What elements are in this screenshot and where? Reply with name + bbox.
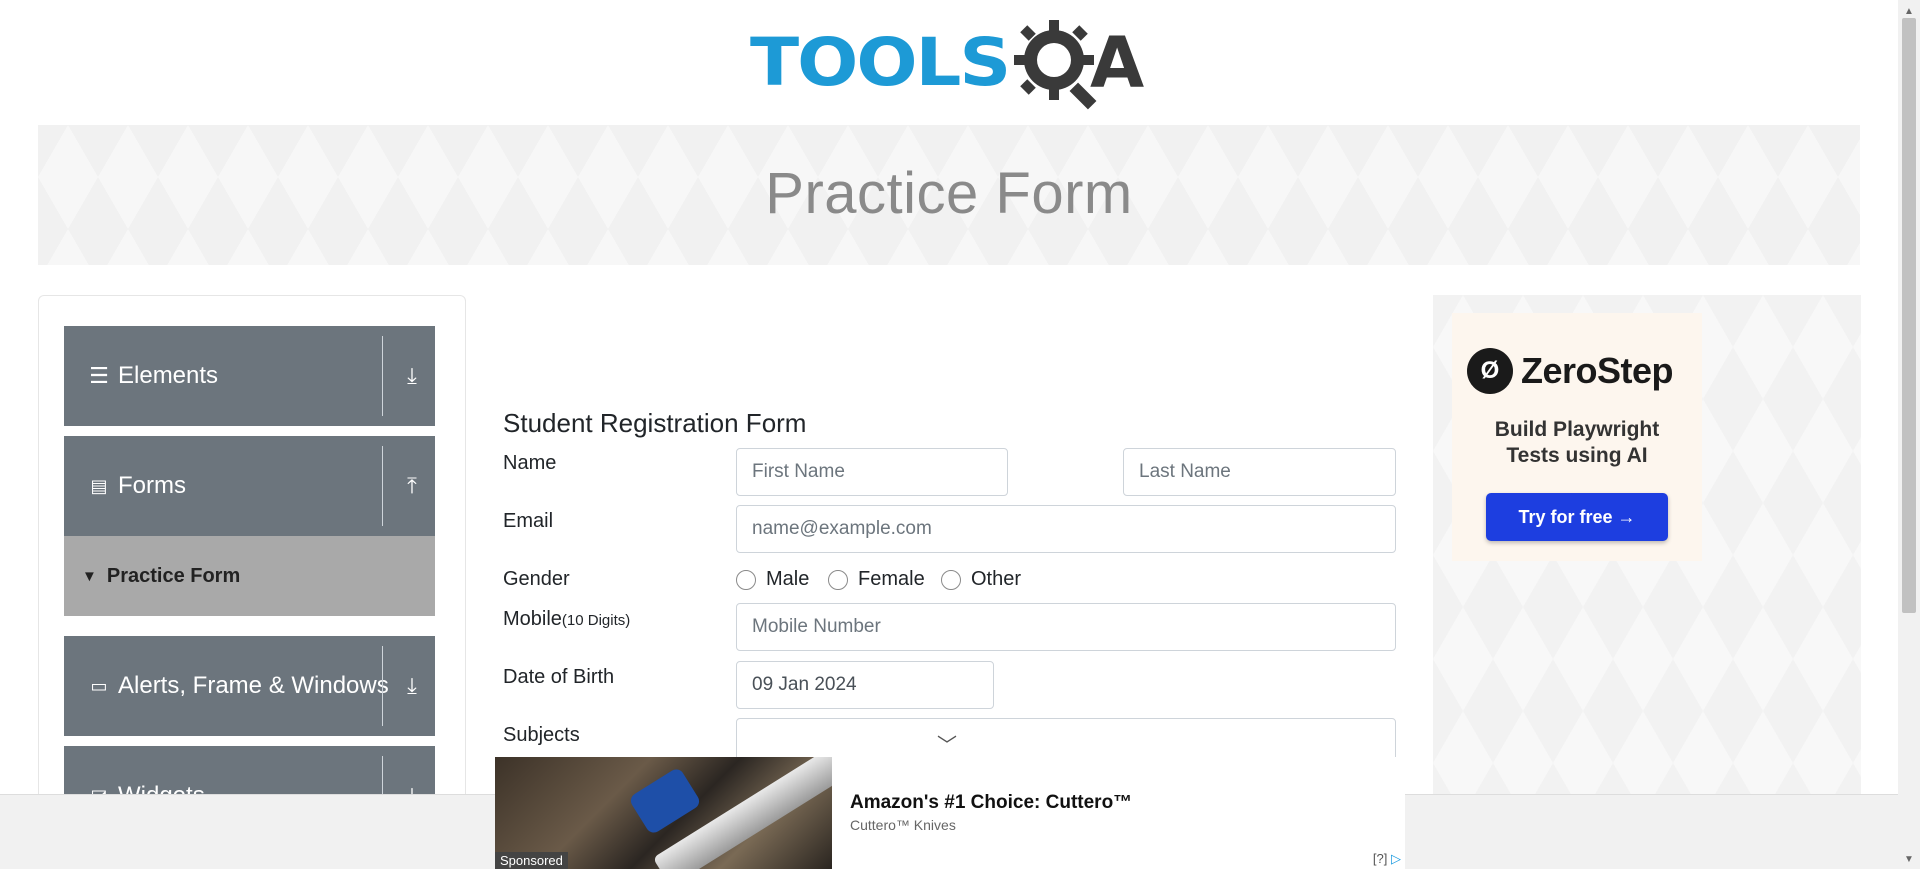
divider [382,446,383,526]
first-name-input[interactable]: First Name [736,448,1008,496]
ad-subtitle: Cuttero™ Knives [850,817,956,833]
gender-label: Gender [503,568,570,590]
gender-radio-male[interactable]: Male [736,568,809,591]
zerostep-logo: Ø ZeroStep [1467,348,1674,394]
sidebar-group-alerts[interactable]: ▭ Alerts, Frame & Windows ⤓ [64,636,435,736]
dob-label: Date of Birth [503,666,615,688]
subjects-label: Subjects [503,724,580,746]
page-banner: Practice Form [38,125,1860,265]
adchoice-label: [?] [1372,851,1388,866]
mobile-label: Mobile(10 Digits) [503,608,630,631]
sponsored-ad[interactable]: Sponsored Amazon's #1 Choice: Cuttero™ C… [495,757,1405,869]
sidebar-item-label: Practice Form [106,564,241,587]
sidebar-item-practice-form[interactable]: ▼ Practice Form [64,536,435,616]
sponsored-badge: Sponsored [495,852,568,869]
sidebar-group-forms[interactable]: ▤ Forms ⤒ [64,436,435,536]
radio-circle[interactable] [736,569,756,590]
page-title: Practice Form [765,161,1133,226]
email-field[interactable]: name@example.com [736,505,1396,553]
sidebar-group-label: Alerts, Frame & Windows [118,672,389,699]
zerostep-logo-icon: Ø [1467,348,1513,394]
tagline-line: Build Playwright [1494,418,1660,441]
download-arrow-icon[interactable]: ⤓ [394,636,430,736]
sidebar-group-label: Forms [118,472,186,499]
hamburger-icon: ☰ [89,363,109,388]
gender-radio-female[interactable]: Female [828,568,925,591]
html5-icon: ▼ [82,567,97,585]
mobile-label-text: Mobile [503,608,562,630]
download-arrow-icon[interactable]: ⤓ [394,326,430,426]
zerostep-brand: ZeroStep [1521,350,1674,391]
try-for-free-button[interactable]: Try for free → [1486,493,1668,541]
adchoices-icon[interactable]: [?] ▷ [1373,851,1401,867]
scrollbar-thumb[interactable] [1902,18,1916,613]
logo-a-text: A [1090,22,1145,104]
scroll-up-icon[interactable]: ▲ [1904,6,1914,17]
radio-circle[interactable] [828,569,848,590]
upload-arrow-icon[interactable]: ⤒ [394,436,430,536]
divider [382,336,383,416]
radio-label: Female [858,568,925,590]
last-name-input[interactable]: Last Name [1123,448,1396,496]
form-title: Student Registration Form [503,408,807,438]
zerostep-ad[interactable]: Ø ZeroStep Build Playwright Tests using … [1452,313,1702,561]
divider [382,646,383,726]
date-of-birth-input[interactable]: 09 Jan 2024 [736,661,994,709]
ad-title[interactable]: Amazon's #1 Choice: Cuttero™ [850,792,1132,814]
logo-tools-text: TOOLS [750,23,1011,101]
name-label: Name [503,452,557,474]
scroll-down-icon[interactable]: ▼ [1904,854,1914,865]
page: TOOLS A Practice Form ☰ Elements ⤓ ▤ For… [0,0,1920,869]
gender-radio-other[interactable]: Other [941,568,1021,591]
chevron-down-icon[interactable]: ﹀ [937,729,957,758]
sidebar-group-elements[interactable]: ☰ Elements ⤓ [64,326,435,426]
window-icon: ▭ [90,675,108,696]
email-label: Email [503,510,554,532]
radio-label: Male [766,568,810,590]
radio-label: Other [971,568,1022,590]
mobile-hint: (10 Digits) [561,612,631,629]
zerostep-tagline: Build Playwright Tests using AI [1452,417,1702,469]
mobile-field[interactable]: Mobile Number [736,603,1396,651]
knife-ad-image[interactable]: Sponsored [495,757,832,869]
gear-magnifier-icon [1014,20,1097,110]
document-icon: ▤ [90,475,108,496]
radio-circle[interactable] [941,569,961,590]
tagline-line: Tests using AI [1506,444,1648,467]
sidebar-group-label: Elements [118,362,219,389]
toolsqa-logo[interactable]: TOOLS A [750,18,1155,114]
vertical-scrollbar[interactable]: ▲ ▼ [1898,0,1920,869]
